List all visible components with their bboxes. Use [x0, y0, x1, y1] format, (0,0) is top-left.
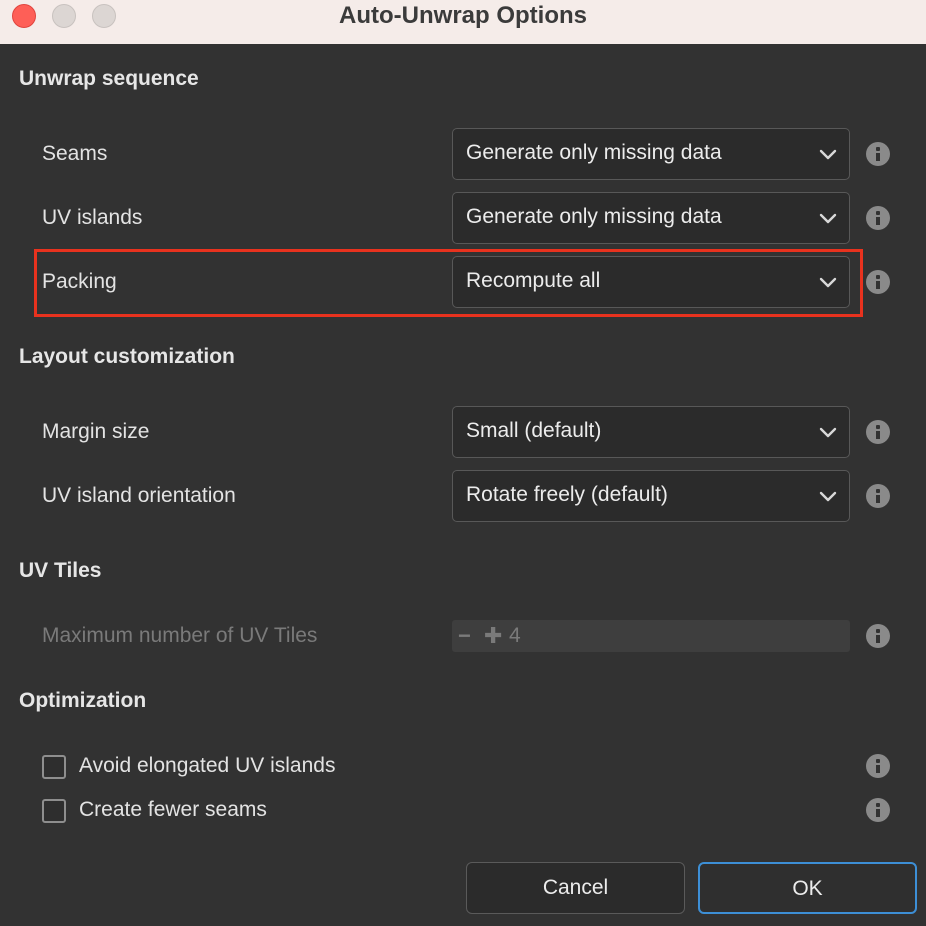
info-icon[interactable] [866, 206, 890, 230]
seams-value: Generate only missing data [466, 141, 722, 164]
margin-size-label: Margin size [42, 420, 150, 443]
packing-value: Recompute all [466, 269, 601, 292]
cancel-button[interactable]: Cancel [466, 862, 685, 914]
uv-orientation-value: Rotate freely (default) [466, 483, 668, 506]
uv-orientation-label: UV island orientation [42, 484, 236, 507]
chevron-down-icon [819, 491, 837, 502]
info-icon[interactable] [866, 624, 890, 648]
uv-islands-dropdown[interactable]: Generate only missing data [452, 192, 850, 244]
info-icon[interactable] [866, 798, 890, 822]
margin-size-dropdown[interactable]: Small (default) [452, 406, 850, 458]
info-icon[interactable] [866, 420, 890, 444]
uv-islands-value: Generate only missing data [466, 205, 722, 228]
info-icon[interactable] [866, 142, 890, 166]
section-uv-tiles: UV Tiles [19, 559, 102, 582]
packing-label: Packing [42, 270, 117, 293]
decrement-button[interactable]: − [458, 623, 471, 649]
max-uv-tiles-stepper[interactable]: − ✚ 4 [452, 620, 850, 652]
chevron-down-icon [819, 427, 837, 438]
increment-button[interactable]: ✚ [484, 623, 502, 649]
uv-islands-label: UV islands [42, 206, 143, 229]
seams-label: Seams [42, 142, 108, 165]
info-icon[interactable] [866, 754, 890, 778]
chevron-down-icon [819, 277, 837, 288]
seams-dropdown[interactable]: Generate only missing data [452, 128, 850, 180]
max-uv-tiles-label: Maximum number of UV Tiles [42, 624, 318, 647]
info-icon[interactable] [866, 484, 890, 508]
title-bar: Auto-Unwrap Options [0, 0, 926, 44]
avoid-elongated-checkbox[interactable] [42, 755, 66, 779]
section-optimization: Optimization [19, 689, 147, 712]
chevron-down-icon [819, 213, 837, 224]
section-layout-customization: Layout customization [19, 345, 235, 368]
margin-size-value: Small (default) [466, 419, 602, 442]
ok-button[interactable]: OK [698, 862, 917, 914]
window-title: Auto-Unwrap Options [339, 2, 587, 29]
fewer-seams-label[interactable]: Create fewer seams [79, 798, 267, 822]
uv-orientation-dropdown[interactable]: Rotate freely (default) [452, 470, 850, 522]
fewer-seams-checkbox[interactable] [42, 799, 66, 823]
packing-dropdown[interactable]: Recompute all [452, 256, 850, 308]
avoid-elongated-label[interactable]: Avoid elongated UV islands [79, 754, 335, 778]
section-unwrap-sequence: Unwrap sequence [19, 67, 199, 90]
chevron-down-icon [819, 149, 837, 160]
max-uv-tiles-value: 4 [509, 624, 521, 647]
info-icon[interactable] [866, 270, 890, 294]
